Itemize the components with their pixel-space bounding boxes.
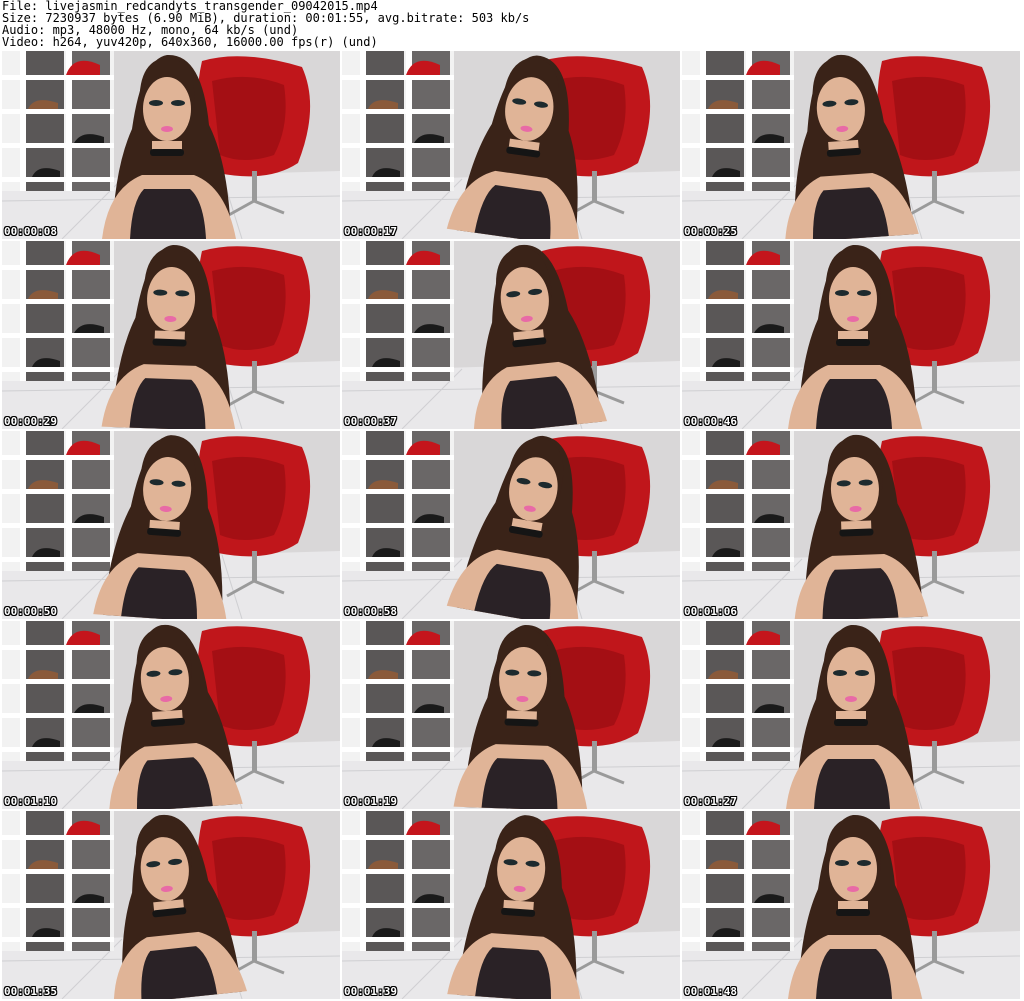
frame-scene (682, 241, 1020, 429)
frame-timestamp: 00:01:35 (4, 985, 57, 998)
shoe-shelf (2, 51, 114, 191)
frame-scene (342, 811, 680, 999)
frame-timestamp: 00:01:06 (684, 605, 737, 618)
frame-timestamp: 00:00:29 (4, 415, 57, 428)
frame-timestamp: 00:00:37 (344, 415, 397, 428)
video-frame-thumbnail[interactable]: 00:00:17 (342, 51, 680, 239)
frame-timestamp: 00:01:39 (344, 985, 397, 998)
video-frame-thumbnail[interactable]: 00:01:19 (342, 621, 680, 809)
shoe-shelf (342, 51, 454, 191)
shoe-shelf (2, 241, 114, 381)
video-frame-thumbnail[interactable]: 00:00:50 (2, 431, 340, 619)
frame-timestamp: 00:01:48 (684, 985, 737, 998)
frame-scene (2, 51, 340, 239)
video-frame-thumbnail[interactable]: 00:01:27 (682, 621, 1020, 809)
shoe-shelf (342, 431, 454, 571)
frame-scene (682, 811, 1020, 999)
frame-timestamp: 00:01:19 (344, 795, 397, 808)
video-info-line: Video: h264, yuv420p, 640x360, 16000.00 … (2, 35, 378, 49)
frame-timestamp: 00:00:46 (684, 415, 737, 428)
frame-timestamp: 00:00:08 (4, 225, 57, 238)
video-frame-thumbnail[interactable]: 00:00:25 (682, 51, 1020, 239)
shoe-shelf (2, 431, 114, 571)
frame-scene (342, 241, 680, 429)
video-frame-thumbnail[interactable]: 00:00:58 (342, 431, 680, 619)
frame-scene (342, 431, 680, 619)
video-frame-thumbnail[interactable]: 00:01:35 (2, 811, 340, 999)
frame-timestamp: 00:00:25 (684, 225, 737, 238)
frame-timestamp: 00:00:17 (344, 225, 397, 238)
shoe-shelf (682, 431, 794, 571)
video-info-header: File: livejasmin_redcandyts_transgender_… (0, 0, 1024, 51)
frame-scene (342, 621, 680, 809)
shoe-shelf (682, 811, 794, 951)
shoe-shelf (682, 621, 794, 761)
frame-scene (682, 431, 1020, 619)
video-frame-thumbnail[interactable]: 00:00:08 (2, 51, 340, 239)
shoe-shelf (342, 621, 454, 761)
frame-scene (682, 51, 1020, 239)
frame-scene (682, 621, 1020, 809)
video-frame-thumbnail[interactable]: 00:00:46 (682, 241, 1020, 429)
frame-timestamp: 00:01:10 (4, 795, 57, 808)
frame-scene (2, 811, 340, 999)
video-frame-thumbnail[interactable]: 00:01:39 (342, 811, 680, 999)
shoe-shelf (682, 241, 794, 381)
video-frame-thumbnail[interactable]: 00:00:37 (342, 241, 680, 429)
shoe-shelf (342, 241, 454, 381)
shoe-shelf (2, 811, 114, 951)
frame-timestamp: 00:00:58 (344, 605, 397, 618)
frame-scene (2, 241, 340, 429)
frame-timestamp: 00:00:50 (4, 605, 57, 618)
shoe-shelf (342, 811, 454, 951)
frame-scene (342, 51, 680, 239)
video-frame-thumbnail[interactable]: 00:00:29 (2, 241, 340, 429)
frame-scene (2, 621, 340, 809)
frame-timestamp: 00:01:27 (684, 795, 737, 808)
video-frame-thumbnail[interactable]: 00:01:10 (2, 621, 340, 809)
shoe-shelf (682, 51, 794, 191)
frame-scene (2, 431, 340, 619)
thumbnail-grid: 00:00:08 00:00:17 00:00:25 00:00:29 00:00:37… (0, 51, 1024, 1001)
video-frame-thumbnail[interactable]: 00:01:06 (682, 431, 1020, 619)
shoe-shelf (2, 621, 114, 761)
video-frame-thumbnail[interactable]: 00:01:48 (682, 811, 1020, 999)
